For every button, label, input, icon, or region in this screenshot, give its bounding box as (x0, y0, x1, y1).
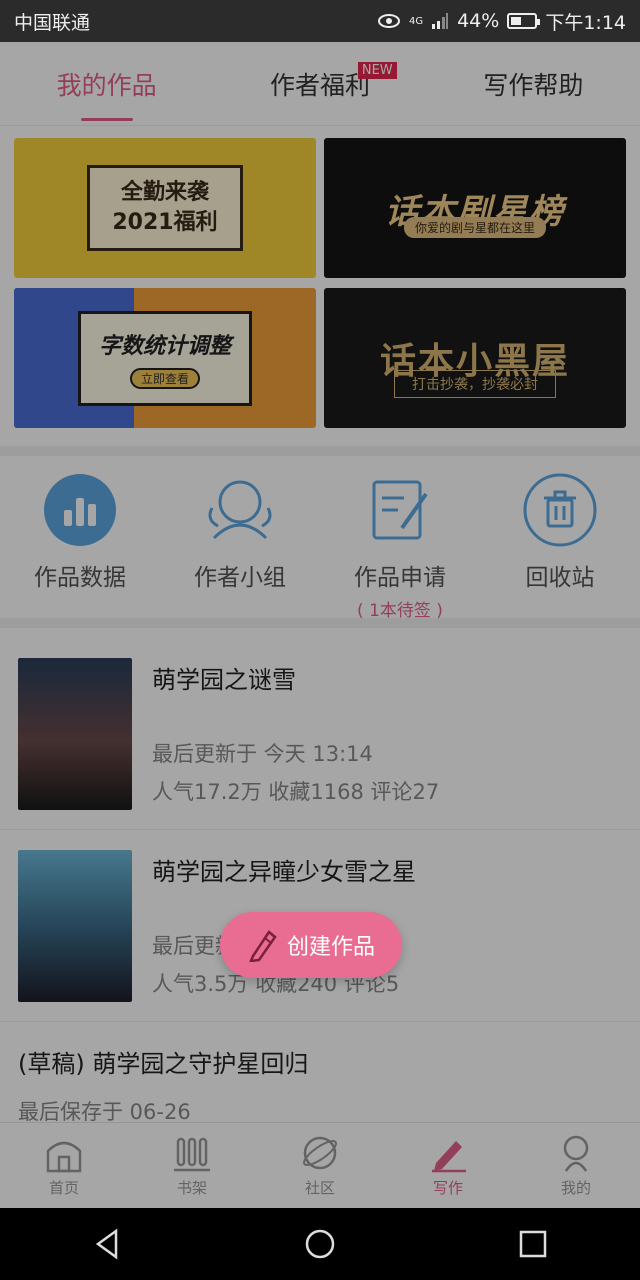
banner-blackroom[interactable]: 话本小黑屋 打击抄袭，抄袭必封 (324, 288, 626, 428)
network-type: 4G (408, 15, 424, 27)
tab-author-benefits[interactable]: 作者福利 NEW (213, 42, 426, 125)
nav-home[interactable]: 首页 (0, 1123, 128, 1208)
feature-recycle-bin[interactable]: 回收站 (480, 462, 640, 618)
banner-card: 全勤来袭 2021福利 (87, 165, 243, 251)
divider (0, 446, 640, 456)
nav-write[interactable]: 写作 (384, 1123, 512, 1208)
carrier-name: 中国联通 (14, 11, 91, 34)
banner-subtitle: 你爱的剧与星都在这里 (404, 217, 546, 238)
status-bar: 中国联通 4G 44% 下午1:14 (0, 0, 640, 42)
work-updated: 最后更新于 今天 13:14 (152, 742, 373, 766)
edit-doc-icon (362, 472, 438, 548)
work-item[interactable]: 萌学园之谜雪 最后更新于 今天 13:14 人气17.2万 收藏1168 评论2… (0, 638, 640, 830)
new-badge: NEW (357, 62, 397, 79)
pencil-icon (249, 930, 277, 962)
banner-attendance-benefit[interactable]: 全勤来袭 2021福利 (14, 138, 316, 278)
system-nav-bar (0, 1208, 640, 1280)
feature-author-group[interactable]: 作者小组 (160, 462, 320, 618)
banner-subtitle: 打击抄袭，抄袭必封 (394, 370, 556, 398)
tab-writing-help[interactable]: 写作帮助 (427, 42, 640, 125)
nav-mine[interactable]: 我的 (512, 1123, 640, 1208)
recents-icon[interactable] (516, 1227, 550, 1261)
top-tabs: 我的作品 作者福利 NEW 写作帮助 (0, 42, 640, 126)
battery-icon (507, 13, 541, 29)
eye-icon (377, 14, 400, 28)
banner-word-count[interactable]: 字数统计调整 立即查看 (14, 288, 316, 428)
create-work-button[interactable]: 创建作品 (220, 912, 402, 978)
divider (0, 618, 640, 628)
work-title: 萌学园之异瞳少女雪之星 (152, 858, 416, 886)
pen-icon (432, 1141, 466, 1173)
banner-title: 字数统计调整 (98, 333, 231, 359)
signal-icon (432, 13, 449, 29)
view-now-button: 立即查看 (129, 367, 200, 389)
bar-chart-icon (42, 472, 118, 548)
work-cover-image (18, 658, 132, 810)
banner-star-ranking[interactable]: 话本剧星榜 你爱的剧与星都在这里 (324, 138, 626, 278)
back-icon[interactable] (90, 1227, 124, 1261)
work-title: (草稿) 萌学园之守护星回归 (18, 1050, 309, 1078)
feature-work-data[interactable]: 作品数据 (0, 462, 160, 618)
banner-card: 字数统计调整 立即查看 (77, 310, 252, 406)
draft-item[interactable]: (草稿) 萌学园之守护星回归 最后保存于 06-26 (0, 1022, 640, 1124)
profile-icon (563, 1135, 589, 1172)
home-circle-icon[interactable] (303, 1227, 337, 1261)
nav-bookshelf[interactable]: 书架 (128, 1123, 256, 1208)
banner-grid: 全勤来袭 2021福利 话本剧星榜 你爱的剧与星都在这里 字数统计调整 立即查看… (14, 138, 626, 430)
group-icon (202, 472, 278, 548)
bookshelf-icon (174, 1137, 210, 1172)
bottom-nav: 首页 书架 社区 写作 我的 (0, 1122, 640, 1208)
trash-icon (522, 472, 598, 548)
tab-my-works[interactable]: 我的作品 (0, 42, 213, 125)
home-icon (46, 1141, 82, 1173)
work-title: 萌学园之谜雪 (152, 666, 296, 694)
feature-work-application[interactable]: 作品申请 ( 1本待签 ) (320, 462, 480, 621)
battery-percent: 44% (457, 10, 500, 32)
work-cover-image (18, 850, 132, 1002)
nav-community[interactable]: 社区 (256, 1123, 384, 1208)
feature-row: 作品数据 作者小组 作品申请 ( 1本待签 ) 回收站 (0, 462, 640, 621)
work-stats: 人气17.2万 收藏1168 评论27 (152, 780, 440, 804)
planet-icon (303, 1136, 337, 1170)
clock: 下午1:14 (545, 11, 626, 34)
